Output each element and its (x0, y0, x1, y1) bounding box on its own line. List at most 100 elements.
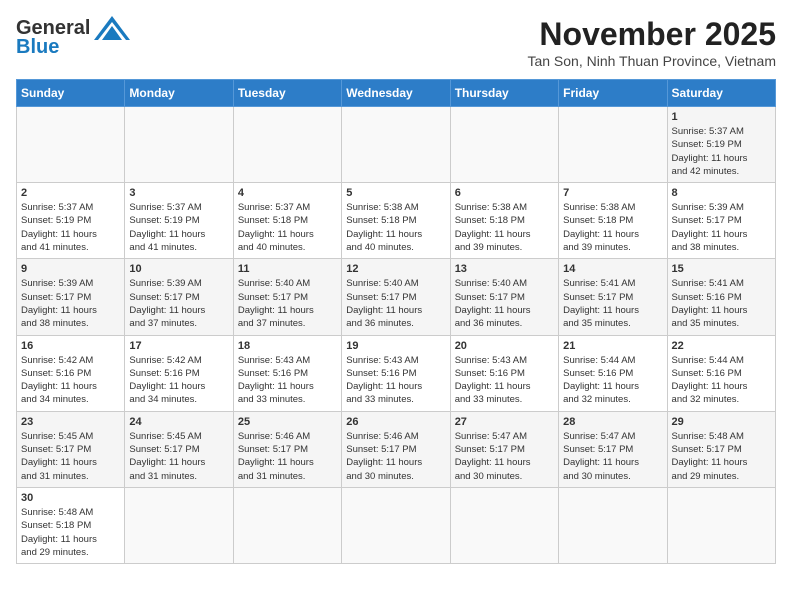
day-info: Sunrise: 5:43 AM Sunset: 5:16 PM Dayligh… (346, 355, 422, 406)
weekday-header-monday: Monday (125, 80, 233, 107)
weekday-header-friday: Friday (559, 80, 667, 107)
day-info: Sunrise: 5:42 AM Sunset: 5:16 PM Dayligh… (21, 355, 97, 406)
calendar-cell: 17Sunrise: 5:42 AM Sunset: 5:16 PM Dayli… (125, 335, 233, 411)
day-info: Sunrise: 5:47 AM Sunset: 5:17 PM Dayligh… (455, 431, 531, 482)
day-number: 7 (563, 187, 662, 199)
day-number: 21 (563, 340, 662, 352)
calendar-cell (450, 487, 558, 563)
calendar-cell: 29 Sunrise: 5:48 AM Sunset: 5:17 PM Dayli… (667, 411, 775, 487)
day-number: 28 (563, 416, 662, 428)
calendar-table: SundayMondayTuesdayWednesdayThursdayFrid… (16, 79, 776, 564)
day-info: Sunrise: 5:39 AM Sunset: 5:17 PM Dayligh… (21, 278, 97, 329)
calendar-week-row: 30Sunrise: 5:48 AM Sunset: 5:18 PM Dayli… (17, 487, 776, 563)
day-number: 13 (455, 263, 554, 275)
logo-blue-text: Blue (16, 36, 59, 59)
weekday-header-row: SundayMondayTuesdayWednesdayThursdayFrid… (17, 80, 776, 107)
day-number: 20 (455, 340, 554, 352)
calendar-cell: 15 Sunrise: 5:41 AM Sunset: 5:16 PM Dayli… (667, 259, 775, 335)
day-info: Sunrise: 5:38 AM Sunset: 5:18 PM Dayligh… (563, 202, 639, 253)
day-info: Sunrise: 5:48 AM Sunset: 5:17 PM Dayligh… (672, 431, 748, 482)
page-header: General Blue November 2025 Tan Son, Ninh… (16, 16, 776, 69)
calendar-cell: 13 Sunrise: 5:40 AM Sunset: 5:17 PM Dayli… (450, 259, 558, 335)
day-info: Sunrise: 5:41 AM Sunset: 5:16 PM Dayligh… (672, 278, 748, 329)
day-info: Sunrise: 5:40 AM Sunset: 5:17 PM Dayligh… (455, 278, 531, 329)
calendar-cell: 4Sunrise: 5:37 AM Sunset: 5:18 PM Daylig… (233, 183, 341, 259)
day-number: 6 (455, 187, 554, 199)
day-number: 26 (346, 416, 445, 428)
calendar-cell: 12 Sunrise: 5:40 AM Sunset: 5:17 PM Dayli… (342, 259, 450, 335)
calendar-cell: 9 Sunrise: 5:39 AM Sunset: 5:17 PM Daylig… (17, 259, 125, 335)
day-number: 4 (238, 187, 337, 199)
day-info: Sunrise: 5:39 AM Sunset: 5:17 PM Dayligh… (129, 278, 205, 329)
day-number: 1 (672, 111, 771, 123)
day-number: 25 (238, 416, 337, 428)
calendar-week-row: 9 Sunrise: 5:39 AM Sunset: 5:17 PM Daylig… (17, 259, 776, 335)
calendar-cell: 6Sunrise: 5:38 AM Sunset: 5:18 PM Daylig… (450, 183, 558, 259)
day-info: Sunrise: 5:45 AM Sunset: 5:17 PM Dayligh… (129, 431, 205, 482)
calendar-cell: 25Sunrise: 5:46 AM Sunset: 5:17 PM Dayli… (233, 411, 341, 487)
weekday-header-wednesday: Wednesday (342, 80, 450, 107)
day-info: Sunrise: 5:44 AM Sunset: 5:16 PM Dayligh… (672, 355, 748, 406)
calendar-cell: 2 Sunrise: 5:37 AM Sunset: 5:19 PM Daylig… (17, 183, 125, 259)
day-number: 3 (129, 187, 228, 199)
day-info: Sunrise: 5:43 AM Sunset: 5:16 PM Dayligh… (455, 355, 531, 406)
day-number: 8 (672, 187, 771, 199)
calendar-cell: 27 Sunrise: 5:47 AM Sunset: 5:17 PM Dayli… (450, 411, 558, 487)
day-number: 29 (672, 416, 771, 428)
calendar-cell: 11Sunrise: 5:40 AM Sunset: 5:17 PM Dayli… (233, 259, 341, 335)
calendar-cell (125, 107, 233, 183)
day-info: Sunrise: 5:37 AM Sunset: 5:19 PM Dayligh… (672, 126, 748, 177)
day-info: Sunrise: 5:43 AM Sunset: 5:16 PM Dayligh… (238, 355, 314, 406)
day-info: Sunrise: 5:40 AM Sunset: 5:17 PM Dayligh… (346, 278, 422, 329)
day-number: 12 (346, 263, 445, 275)
calendar-cell (342, 107, 450, 183)
calendar-cell: 16 Sunrise: 5:42 AM Sunset: 5:16 PM Dayli… (17, 335, 125, 411)
day-info: Sunrise: 5:37 AM Sunset: 5:19 PM Dayligh… (21, 202, 97, 253)
day-info: Sunrise: 5:47 AM Sunset: 5:17 PM Dayligh… (563, 431, 639, 482)
day-info: Sunrise: 5:48 AM Sunset: 5:18 PM Dayligh… (21, 507, 97, 558)
day-info: Sunrise: 5:45 AM Sunset: 5:17 PM Dayligh… (21, 431, 97, 482)
calendar-cell (233, 487, 341, 563)
day-number: 16 (21, 340, 120, 352)
calendar-week-row: 16 Sunrise: 5:42 AM Sunset: 5:16 PM Dayli… (17, 335, 776, 411)
calendar-cell: 21Sunrise: 5:44 AM Sunset: 5:16 PM Dayli… (559, 335, 667, 411)
calendar-cell: 8Sunrise: 5:39 AM Sunset: 5:17 PM Daylig… (667, 183, 775, 259)
calendar-cell: 19 Sunrise: 5:43 AM Sunset: 5:16 PM Dayli… (342, 335, 450, 411)
day-number: 15 (672, 263, 771, 275)
month-year-title: November 2025 (527, 16, 776, 53)
calendar-cell (17, 107, 125, 183)
day-number: 22 (672, 340, 771, 352)
calendar-title-area: November 2025 Tan Son, Ninh Thuan Provin… (527, 16, 776, 69)
weekday-header-thursday: Thursday (450, 80, 558, 107)
calendar-cell: 3Sunrise: 5:37 AM Sunset: 5:19 PM Daylig… (125, 183, 233, 259)
calendar-cell: 7 Sunrise: 5:38 AM Sunset: 5:18 PM Daylig… (559, 183, 667, 259)
logo: General Blue (16, 16, 130, 59)
calendar-cell (667, 487, 775, 563)
day-number: 5 (346, 187, 445, 199)
calendar-cell: 23 Sunrise: 5:45 AM Sunset: 5:17 PM Dayli… (17, 411, 125, 487)
calendar-cell: 28 Sunrise: 5:47 AM Sunset: 5:17 PM Dayli… (559, 411, 667, 487)
calendar-cell: 18Sunrise: 5:43 AM Sunset: 5:16 PM Dayli… (233, 335, 341, 411)
calendar-cell (559, 107, 667, 183)
calendar-cell: 24 Sunrise: 5:45 AM Sunset: 5:17 PM Dayli… (125, 411, 233, 487)
day-number: 24 (129, 416, 228, 428)
day-number: 23 (21, 416, 120, 428)
calendar-cell: 5 Sunrise: 5:38 AM Sunset: 5:18 PM Daylig… (342, 183, 450, 259)
day-info: Sunrise: 5:46 AM Sunset: 5:17 PM Dayligh… (346, 431, 422, 482)
day-number: 14 (563, 263, 662, 275)
day-info: Sunrise: 5:38 AM Sunset: 5:18 PM Dayligh… (346, 202, 422, 253)
calendar-week-row: 1 Sunrise: 5:37 AM Sunset: 5:19 PM Daylig… (17, 107, 776, 183)
day-number: 9 (21, 263, 120, 275)
calendar-cell (450, 107, 558, 183)
day-number: 27 (455, 416, 554, 428)
logo-icon (94, 16, 130, 40)
calendar-cell: 10Sunrise: 5:39 AM Sunset: 5:17 PM Dayli… (125, 259, 233, 335)
calendar-cell: 30Sunrise: 5:48 AM Sunset: 5:18 PM Dayli… (17, 487, 125, 563)
day-number: 17 (129, 340, 228, 352)
weekday-header-tuesday: Tuesday (233, 80, 341, 107)
calendar-cell: 20 Sunrise: 5:43 AM Sunset: 5:16 PM Dayli… (450, 335, 558, 411)
day-number: 19 (346, 340, 445, 352)
calendar-week-row: 23 Sunrise: 5:45 AM Sunset: 5:17 PM Dayli… (17, 411, 776, 487)
day-number: 2 (21, 187, 120, 199)
calendar-cell: 1 Sunrise: 5:37 AM Sunset: 5:19 PM Daylig… (667, 107, 775, 183)
